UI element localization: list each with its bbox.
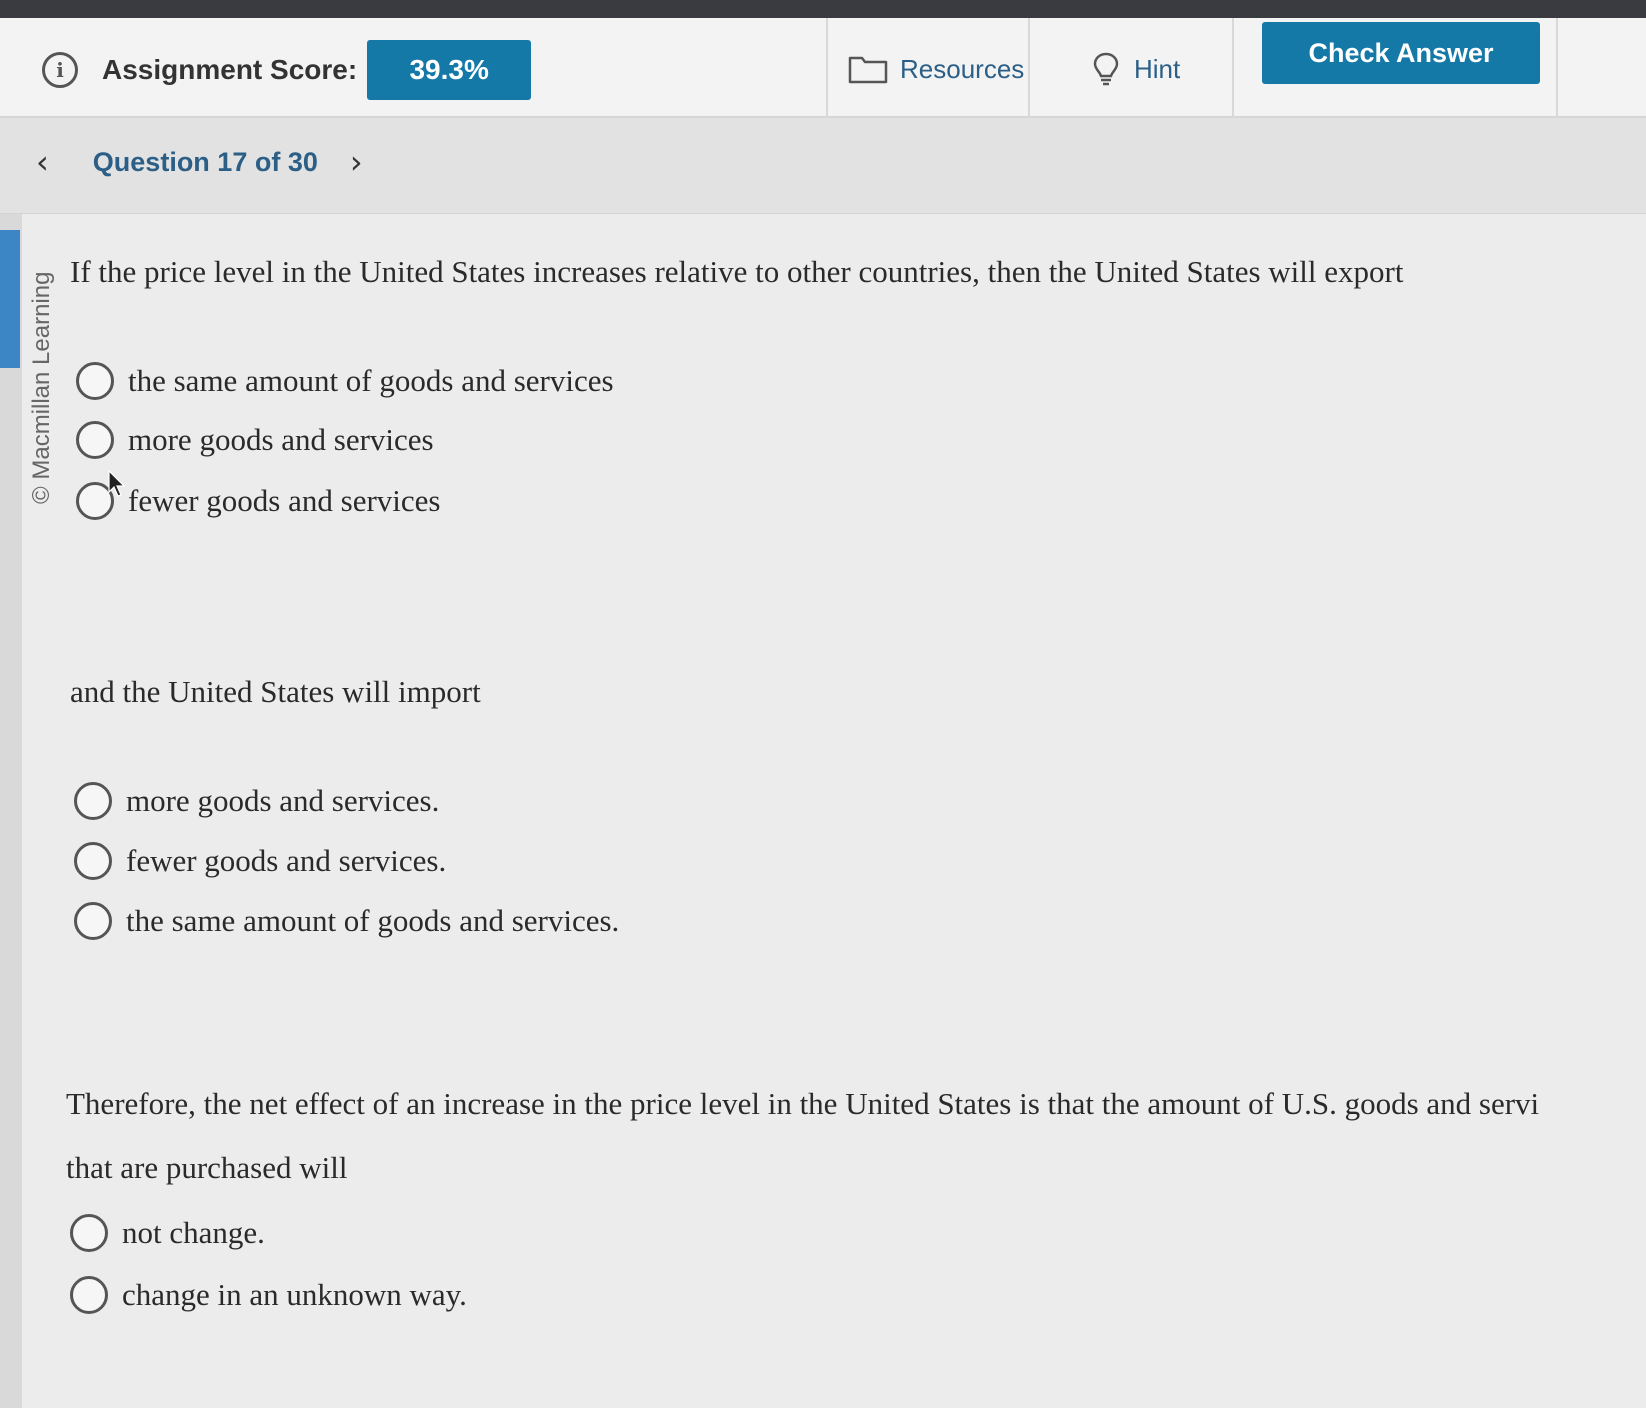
question-prompt-net-effect: Therefore, the net effect of an increase… <box>66 1086 1540 1121</box>
lightbulb-icon <box>1092 51 1120 87</box>
export-option[interactable]: the same amount of goods and services <box>76 362 614 400</box>
info-icon[interactable]: i <box>42 52 78 88</box>
import-option[interactable]: fewer goods and services. <box>74 842 446 880</box>
option-label: more goods and services <box>128 422 434 457</box>
toolbar-divider <box>1556 18 1558 118</box>
radio-button[interactable] <box>74 902 112 940</box>
check-answer-button[interactable]: Check Answer <box>1262 22 1540 84</box>
import-option[interactable]: the same amount of goods and services. <box>74 902 619 940</box>
resources-label: Resources <box>900 53 1025 84</box>
radio-button[interactable] <box>74 782 112 820</box>
net-effect-option[interactable]: change in an unknown way. <box>70 1276 467 1314</box>
option-label: the same amount of goods and services. <box>126 903 620 938</box>
assignment-score: i Assignment Score: 39.3% <box>42 40 532 100</box>
hint-button[interactable]: Hint <box>1092 44 1180 94</box>
chevron-left-icon[interactable]: ‹ <box>36 146 49 178</box>
export-option[interactable]: fewer goods and services <box>76 482 440 520</box>
question-counter[interactable]: Question 17 of 30 <box>93 147 318 178</box>
net-effect-option[interactable]: not change. <box>70 1214 265 1252</box>
radio-button[interactable] <box>76 362 114 400</box>
radio-button[interactable] <box>70 1276 108 1314</box>
question-prompt-export: If the price level in the United States … <box>70 254 1404 289</box>
question-prompt-import: and the United States will import <box>70 674 481 709</box>
hint-label: Hint <box>1134 53 1181 84</box>
radio-button[interactable] <box>76 421 114 459</box>
export-option[interactable]: more goods and services <box>76 421 434 459</box>
radio-button[interactable] <box>74 842 112 880</box>
import-option[interactable]: more goods and services. <box>74 782 439 820</box>
toolbar-divider <box>826 18 828 118</box>
score-badge: 39.3% <box>367 40 532 100</box>
chevron-right-icon[interactable]: › <box>350 146 363 178</box>
folder-icon <box>848 54 888 84</box>
top-toolbar: i Assignment Score: 39.3% Resources Hint… <box>0 18 1646 118</box>
option-label: change in an unknown way. <box>122 1277 467 1312</box>
option-label: more goods and services. <box>126 783 440 818</box>
toolbar-divider <box>1232 18 1234 118</box>
rail-accent <box>0 230 20 368</box>
option-label: not change. <box>122 1215 265 1250</box>
option-label: the same amount of goods and services <box>128 363 614 398</box>
copyright-text: © Macmillan Learning <box>28 271 55 504</box>
toolbar-divider <box>1028 18 1030 118</box>
option-label: fewer goods and services <box>128 483 441 518</box>
question-navigation: ‹ Question 17 of 30 › <box>0 118 1646 214</box>
mouse-cursor-icon <box>108 470 126 497</box>
resources-button[interactable]: Resources <box>848 44 1024 94</box>
question-prompt-net-effect-cont: that are purchased will <box>66 1150 348 1185</box>
score-label: Assignment Score: <box>102 54 358 85</box>
assignment-screen: i Assignment Score: 39.3% Resources Hint… <box>0 18 1646 1408</box>
radio-button[interactable] <box>70 1214 108 1252</box>
left-rail <box>0 214 22 1408</box>
option-label: fewer goods and services. <box>126 843 447 878</box>
